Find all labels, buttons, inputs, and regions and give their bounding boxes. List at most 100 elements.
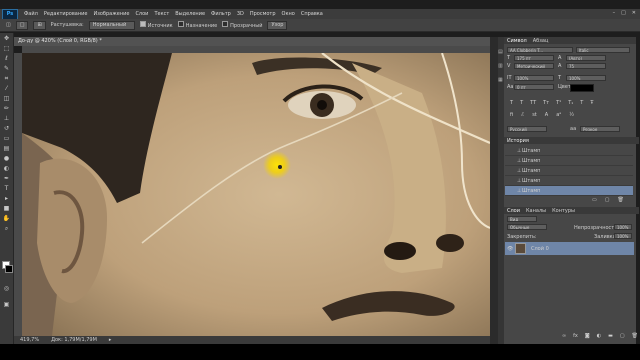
link-icon[interactable]: ∞ [562,333,566,339]
clone-stamp-tool-icon[interactable]: ⊥ [2,115,11,123]
type-tool-icon[interactable]: T [2,185,11,193]
hand-tool-icon[interactable]: ✋ [2,215,11,223]
menu-file[interactable]: Файл [24,11,38,17]
use-pattern-button[interactable]: Узор [267,20,288,30]
move-tool-icon[interactable]: ✥ [2,35,11,43]
screen-mode-icon[interactable]: ▣ [2,301,11,309]
selection-mode-new[interactable]: □ [15,20,29,30]
tab-channels[interactable]: Каналы [526,208,546,214]
status-arrow-icon[interactable]: ▸ [109,337,112,343]
brush-tool-icon[interactable]: ✏ [2,105,11,113]
eye-icon[interactable]: 👁 [507,246,513,252]
blend-mode-select[interactable]: Обычные [507,224,547,230]
shape-tool-icon[interactable]: ■ [2,205,11,213]
horizontal-scale-input[interactable]: 100% [566,75,606,81]
mask-icon[interactable]: ◙ [585,333,590,339]
menu-edit[interactable]: Редактирование [44,11,88,17]
font-family-select[interactable]: AA Clobberin T... [507,47,573,53]
all-caps-icon[interactable]: TT [530,100,536,106]
menu-filter[interactable]: Фильтр [211,11,231,17]
titling-icon[interactable]: A [545,112,548,118]
history-item[interactable]: ⊥ Штамп [505,156,633,166]
superscript-icon[interactable]: T¹ [556,100,561,106]
kerning-select[interactable]: Метрический [514,63,554,69]
source-radio[interactable]: Источник [139,21,173,29]
vertical-scale-input[interactable]: 100% [514,75,554,81]
canvas-scrollbar[interactable] [490,37,498,344]
eyedropper-tool-icon[interactable]: ⁄ [2,85,11,93]
destination-radio[interactable]: Назначение [177,21,217,29]
menu-window[interactable]: Окно [282,11,295,17]
path-select-tool-icon[interactable]: ▸ [2,195,11,203]
layer-kind-filter[interactable]: Вид [507,216,537,222]
zoom-tool-icon[interactable]: ⌕ [2,225,11,233]
zoom-level[interactable]: 419,7% [20,337,39,343]
layer-name[interactable]: Слой 0 [531,246,549,252]
lasso-tool-icon[interactable]: ℓ [2,55,11,63]
selection-mode-add[interactable]: ⊞ [33,20,46,30]
history-item[interactable]: ⊥ Штамп [505,166,633,176]
baseline-input[interactable]: 0 пт [514,84,554,90]
pen-tool-icon[interactable]: ✒ [2,175,11,183]
layer-row[interactable]: 👁 Слой 0 [505,242,634,255]
new-doc-icon[interactable]: ▢ [605,197,610,203]
quick-mask-icon[interactable]: ◎ [2,285,11,293]
document-canvas[interactable] [22,53,490,336]
underline-icon[interactable]: T [580,100,583,106]
font-style-select[interactable]: Italic [576,47,630,53]
antialias-select[interactable]: Резкое [580,126,620,132]
mode-select[interactable]: Нормальный [88,20,135,30]
ligature-icon[interactable]: fi [510,112,513,118]
menu-view[interactable]: Просмотр [250,11,276,17]
document-tab[interactable]: До-ду @ 420% (Слой 0, RGB/8) * [14,37,490,46]
ordinal-icon[interactable]: aᵃ [556,112,561,118]
quick-select-tool-icon[interactable]: ✎ [2,65,11,73]
history-brush-tool-icon[interactable]: ↺ [2,125,11,133]
font-size-input[interactable]: 175 пт [514,55,554,61]
snapshot-icon[interactable]: ▭ [592,197,597,203]
strikethrough-icon[interactable]: Ŧ [590,100,593,106]
new-layer-icon[interactable]: ▢ [620,333,625,339]
tab-layers[interactable]: Слои [507,208,520,214]
eraser-tool-icon[interactable]: ▭ [2,135,11,143]
history-item-selected[interactable]: ⊥ Штамп [505,186,633,196]
small-caps-icon[interactable]: Tт [543,100,549,106]
swash-icon[interactable]: ℰ [521,112,524,118]
trash-icon[interactable]: 🗑 [617,197,623,203]
patch-tool-icon[interactable]: ◫ [2,95,11,103]
opacity-input[interactable]: 100% [614,224,632,230]
menu-image[interactable]: Изображение [93,11,129,17]
fill-input[interactable]: 100% [614,233,632,239]
menu-help[interactable]: Справка [301,11,323,17]
text-color-swatch[interactable] [570,84,594,92]
close-icon[interactable]: ✕ [632,10,636,16]
transparent-checkbox[interactable]: Прозрачный [222,21,262,29]
menu-select[interactable]: Выделение [175,11,205,17]
tab-paragraph[interactable]: Абзац [533,38,549,44]
tab-history[interactable]: История [507,138,529,144]
background-color-swatch[interactable] [5,265,13,273]
crop-tool-icon[interactable]: ⌗ [2,75,11,83]
history-item[interactable]: ⊥ Штамп [505,176,633,186]
maximize-icon[interactable]: □ [621,10,626,16]
history-panel-icon[interactable]: ▤ [498,49,503,55]
menu-layers[interactable]: Слои [135,11,148,17]
tab-paths[interactable]: Контуры [552,208,575,214]
menu-type[interactable]: Текст [154,11,169,17]
history-item[interactable]: ⊥ Штамп [505,146,633,156]
faux-italic-icon[interactable]: T [520,100,523,106]
subscript-icon[interactable]: T₁ [568,100,573,106]
fx-icon[interactable]: fx [573,333,578,339]
swatches-panel-icon[interactable]: ▦ [498,77,503,83]
leading-input[interactable]: (Авто) [566,55,606,61]
info-panel-icon[interactable]: ▥ [498,63,503,69]
folder-icon[interactable]: ▬ [608,333,613,339]
menu-3d[interactable]: 3D [237,11,244,17]
patch-tool-icon[interactable]: ◫ [6,22,11,28]
faux-bold-icon[interactable]: T [510,100,513,106]
marquee-tool-icon[interactable]: ⬚ [2,45,11,53]
dodge-tool-icon[interactable]: ◐ [2,165,11,173]
gradient-tool-icon[interactable]: ▤ [2,145,11,153]
language-select[interactable]: Русский [507,126,547,132]
tracking-input[interactable]: 75 [566,63,606,69]
